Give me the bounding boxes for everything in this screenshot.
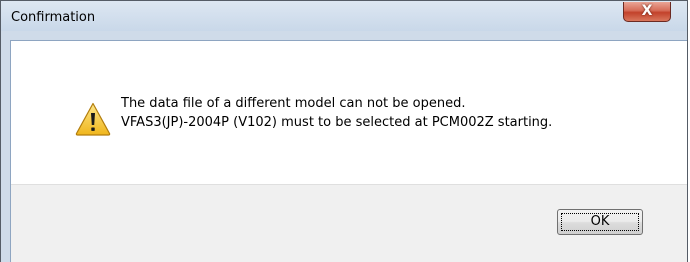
close-button[interactable]: X <box>623 2 671 22</box>
window-title: Confirmation <box>11 10 96 25</box>
message-line-2: VFAS3(JP)-2004P (V102) must to be select… <box>121 115 553 130</box>
message-line-1: The data file of a different model can n… <box>121 96 466 111</box>
ok-button-label: OK <box>590 214 610 229</box>
message-area: The data file of a different model can n… <box>11 41 687 184</box>
button-bar: OK <box>11 184 687 262</box>
close-icon: X <box>641 3 653 19</box>
title-bar[interactable]: Confirmation X <box>1 1 687 31</box>
message-text: The data file of a different model can n… <box>121 94 552 132</box>
warning-icon <box>75 102 111 136</box>
ok-button[interactable]: OK <box>557 209 643 235</box>
confirmation-dialog: Confirmation X The data file of a differ… <box>0 0 688 262</box>
dialog-client-area: The data file of a different model can n… <box>10 40 687 262</box>
